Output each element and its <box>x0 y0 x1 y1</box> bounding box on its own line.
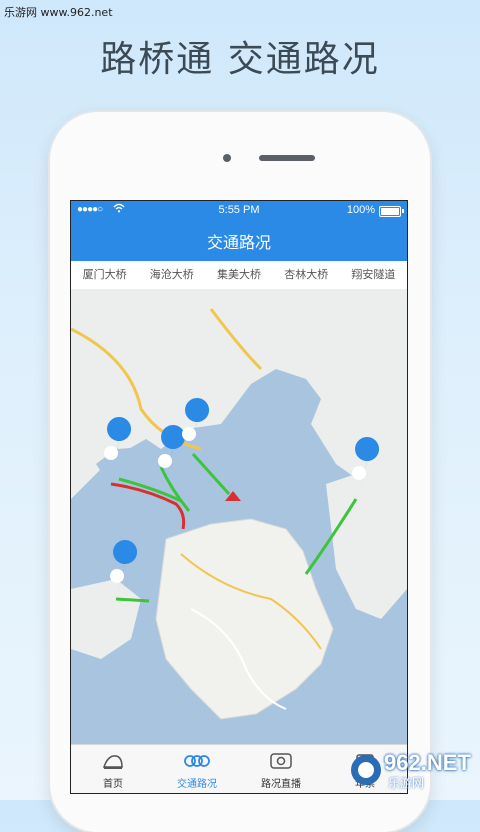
bridge-tab-bar: 厦门大桥 海沧大桥 集美大桥 杏林大桥 翔安隧道 <box>71 261 407 290</box>
traffic-map[interactable] <box>71 289 407 744</box>
battery-icon <box>379 206 401 217</box>
status-bar: ●●●●○ 5:55 PM 100% <box>71 203 407 219</box>
tab-traffic[interactable]: 交通路况 <box>155 745 239 793</box>
tab-live-label: 路况直播 <box>261 779 301 790</box>
live-camera-icon <box>269 751 293 774</box>
traffic-icon <box>184 751 210 774</box>
home-icon <box>102 751 124 774</box>
logo-text: 962.NET <box>384 750 471 775</box>
traffic-segment-xiamen <box>115 597 150 603</box>
front-camera <box>223 154 231 162</box>
site-logo: 962.NET 乐游网 <box>348 744 478 796</box>
battery-tip <box>402 209 404 213</box>
app-header: ●●●●○ 5:55 PM 100% 交通路况 <box>71 201 407 261</box>
bridge-tab-xiangan[interactable]: 翔安隧道 <box>340 261 407 289</box>
tab-home[interactable]: 首页 <box>71 745 155 793</box>
bridge-tab-jimei[interactable]: 集美大桥 <box>205 261 272 289</box>
logo-icon <box>351 755 381 785</box>
tab-live[interactable]: 路况直播 <box>239 745 323 793</box>
earpiece-speaker <box>259 155 315 161</box>
site-watermark: 乐游网 www.962.net <box>4 6 113 19</box>
tab-home-label: 首页 <box>103 779 123 790</box>
page-title: 交通路况 <box>206 233 271 252</box>
bridge-tab-xinglin[interactable]: 杏林大桥 <box>273 261 340 289</box>
tab-traffic-label: 交通路况 <box>177 779 217 790</box>
map-canvas <box>71 289 407 744</box>
promo-title: 路桥通 交通路况 <box>100 39 380 80</box>
battery-percent: 100% <box>346 204 375 216</box>
logo-subtext: 乐游网 <box>388 776 425 790</box>
app-screen: ●●●●○ 5:55 PM 100% 交通路况 厦门大桥 海沧大桥 集美大桥 杏… <box>70 200 408 794</box>
bridge-tab-xiamen[interactable]: 厦门大桥 <box>71 261 138 289</box>
bridge-tab-haicang[interactable]: 海沧大桥 <box>138 261 205 289</box>
